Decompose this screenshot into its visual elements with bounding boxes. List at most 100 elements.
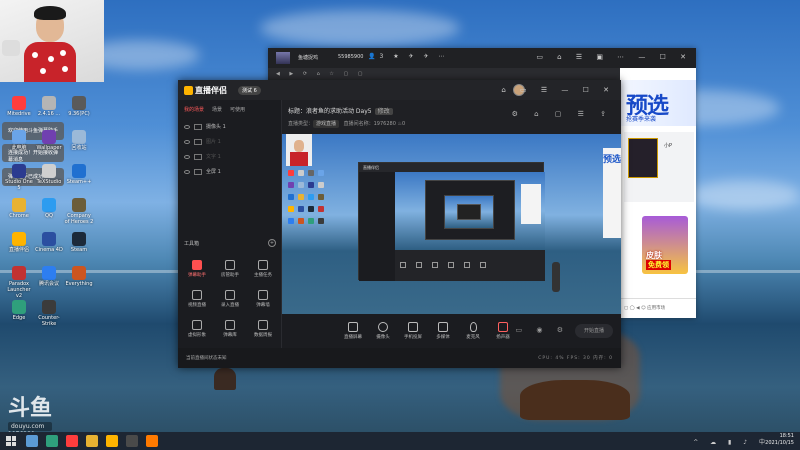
desktop-icon[interactable]: Paradox Launcher v2 — [4, 266, 34, 299]
desktop-icon[interactable]: 此电脑 — [4, 130, 34, 151]
desktop-icon[interactable]: Counter-Strike — [34, 300, 64, 327]
tool-label: 视频直播 — [188, 303, 206, 308]
edit-title-button[interactable]: 修改 — [374, 108, 393, 115]
visibility-icon[interactable] — [184, 169, 190, 174]
taskbar-app-icon[interactable] — [46, 435, 58, 447]
app-icon — [42, 164, 56, 178]
scene-item[interactable]: 全屏 1 — [178, 164, 281, 179]
tool-item[interactable]: 房管助手 — [215, 260, 245, 278]
screen-capture-button[interactable]: 直播屏幕 — [342, 322, 364, 340]
preview-desktop-icons — [286, 168, 326, 288]
desktop-icon[interactable]: Company of Heroes 2 — [64, 198, 94, 225]
tool-item[interactable]: 录入直播 — [215, 290, 245, 308]
taskbar-app-icon[interactable] — [146, 435, 158, 447]
visibility-icon[interactable] — [184, 139, 190, 144]
windows-start-icon[interactable] — [6, 436, 16, 446]
game-ad[interactable]: 小P — [624, 132, 694, 202]
promo-banner[interactable]: 预选 抢赛季来袭 — [620, 80, 696, 126]
stream-preview[interactable]: 直播伴侣 预选 — [282, 134, 621, 314]
taskbar-app-icon[interactable] — [66, 435, 78, 447]
tool-icon — [192, 260, 202, 270]
settings-icons[interactable]: ▭ ◉ ⚙ — [516, 326, 569, 334]
browser-footer: ▢ ◯ ◀ ☺ 应用市场 — [620, 298, 696, 318]
desktop-icon[interactable]: Steam++ — [64, 164, 94, 185]
app-icon — [12, 266, 26, 280]
streamer-avatar[interactable] — [276, 52, 290, 64]
desktop-icon[interactable]: 腾讯会议 — [34, 266, 64, 287]
app-icon — [72, 266, 86, 280]
desktop-icon[interactable]: Studio One 5 — [4, 164, 34, 191]
desktop-icon[interactable]: Everything — [64, 266, 94, 287]
media-button[interactable]: 多媒体 — [432, 322, 454, 340]
tool-item[interactable]: 弹幕墙 — [248, 290, 278, 308]
source-icon — [194, 123, 202, 130]
taskbar-app-icon[interactable] — [106, 435, 118, 447]
desktop-icon[interactable]: Edge — [4, 300, 34, 321]
camera-button[interactable]: 摄像头 — [372, 322, 394, 340]
tool-item[interactable]: 虚拟形象 — [182, 320, 212, 338]
visibility-icon[interactable] — [184, 124, 190, 129]
status-bar: 当前直播间状态未知 CPU: 4% FPS: 30 内存: 0 — [178, 348, 621, 368]
visibility-icon[interactable] — [184, 154, 190, 159]
tool-label: 数据周报 — [254, 333, 272, 338]
scene-item[interactable]: 摄像头 1 — [178, 119, 281, 134]
tab-available[interactable]: 可使用 — [230, 106, 245, 113]
stream-header: 鱼塘捉鸡 55985900 👤3 ★ ✈ ✈ ⋯ ▭ ⌂ ☰ ▣ ⋯ — ☐ ✕ — [268, 48, 696, 68]
desktop-icon[interactable]: QQ — [34, 198, 64, 219]
desktop-icon[interactable]: 9.36(PC) — [64, 96, 94, 117]
stream-stats: 👤3 ★ ✈ ✈ ⋯ — [368, 53, 449, 60]
tool-item[interactable]: 主播任务 — [248, 260, 278, 278]
room-action-icons[interactable]: ⚙ ⌂ ▢ ☰ ⇪ — [512, 110, 613, 118]
clock[interactable]: 18:51 2021/10/15 — [765, 433, 794, 447]
scene-item[interactable]: 文字 1 — [178, 149, 281, 164]
desktop-icon[interactable]: 2.4.16 ... — [34, 96, 64, 117]
taskbar-app-icon[interactable] — [86, 435, 98, 447]
tool-label: 弹幕库 — [223, 333, 237, 338]
speaker-button[interactable]: 扬声器 — [492, 322, 514, 340]
room-title-text[interactable]: 浪者鱼的求助活动 Day5 — [306, 108, 372, 115]
tab-my-scenes[interactable]: 我的场景 — [184, 106, 204, 113]
window-controls[interactable]: ▭ ⌂ ☰ ▣ ⋯ — ☐ ✕ — [536, 53, 692, 61]
nested-preview-3 — [444, 195, 494, 229]
tool-item[interactable]: 弹幕库 — [215, 320, 245, 338]
tool-item[interactable]: 数据周报 — [248, 320, 278, 338]
category-chip[interactable]: 游戏直播 — [313, 120, 340, 128]
app-icon — [72, 96, 86, 110]
scene-item[interactable]: 图片 1 — [178, 134, 281, 149]
start-live-button[interactable]: 开始直播 — [575, 324, 613, 338]
taskbar-app-icon[interactable] — [26, 435, 38, 447]
desktop-icon[interactable]: Cinema 4D — [34, 232, 64, 253]
system-tray[interactable]: ^ ☁ ▮ ♪ 中 — [693, 437, 770, 446]
mic-button[interactable]: 麦克风 — [462, 322, 484, 340]
app-icon — [42, 232, 56, 246]
source-icon — [194, 138, 202, 145]
live-companion-window[interactable]: 直播伴侣 测试 6 ⌂ ▭ ☰ — ☐ ✕ 我的场景 场景 可使用 摄像头 1 图… — [178, 80, 621, 368]
tool-label: 虚拟形象 — [188, 333, 206, 338]
desktop-icon[interactable]: Chrome — [4, 198, 34, 219]
tab-scenes[interactable]: 场景 — [212, 106, 222, 113]
douyu-watermark: 斗鱼 douyu.com 1976280 — [8, 390, 53, 438]
tool-icon — [225, 290, 235, 300]
desktop-icon[interactable]: Steam — [64, 232, 94, 253]
desktop-icon[interactable]: 直播伴侣 — [4, 232, 34, 253]
window-controls[interactable]: ⌂ ▭ ☰ — ☐ ✕ — [501, 86, 615, 94]
tool-item[interactable]: 视频直播 — [182, 290, 212, 308]
tool-label: 录入直播 — [221, 303, 239, 308]
tool-item[interactable]: 弹幕助手 — [182, 260, 212, 278]
desktop-icon-label: 腾讯会议 — [38, 281, 59, 287]
desktop-icon[interactable]: 回收站 — [64, 130, 94, 151]
phone-cast-button[interactable]: 手机投屏 — [402, 322, 424, 340]
desktop-icon[interactable]: Wallpaper — [34, 130, 64, 151]
desktop-icon-label: Paradox Launcher v2 — [7, 281, 31, 299]
tool-icon — [225, 260, 235, 270]
taskbar-app-icon[interactable] — [126, 435, 138, 447]
desktop-icon[interactable]: TeXStudio — [34, 164, 64, 185]
add-tool-button[interactable]: + — [268, 239, 276, 247]
version-badge[interactable]: 测试 6 — [238, 86, 261, 95]
tool-icon — [258, 320, 268, 330]
desktop-icon[interactable]: Mitedrive — [4, 96, 34, 117]
app-icon — [12, 164, 26, 178]
scene-sidebar: 我的场景 场景 可使用 摄像头 1 图片 1 文字 1 全屏 1 工具箱 + 弹幕助手… — [178, 100, 282, 368]
app-logo-icon — [184, 86, 193, 95]
skin-ad[interactable]: 皮肤 免费领 — [642, 216, 688, 274]
